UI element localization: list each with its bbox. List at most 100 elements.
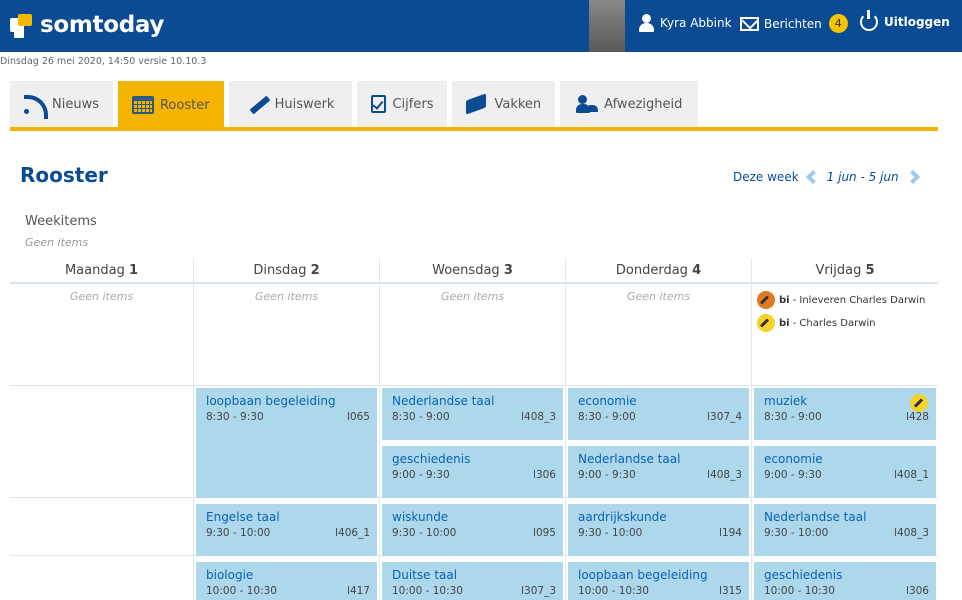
homework-pencil-icon[interactable] (910, 394, 928, 412)
lesson-time: 8:30 - 9:00 (578, 411, 636, 423)
homework-text: Charles Darwin (799, 317, 876, 329)
envelope-icon (740, 16, 759, 31)
tab-label: Rooster (159, 97, 210, 113)
day-name: Donderdag (615, 263, 688, 278)
lesson-subject: aardrijkskunde (578, 510, 667, 524)
day-items-empty: Geen items (626, 290, 691, 303)
tab-rooster[interactable]: Rooster (117, 81, 224, 129)
logout-button[interactable]: Uitloggen (860, 10, 950, 31)
user-link[interactable]: Kyra Abbink (638, 14, 732, 32)
lesson-room: l095 (533, 527, 556, 539)
day-header-dinsdag: Dinsdag 2 (194, 258, 379, 284)
lesson-time: 9:00 - 9:30 (764, 469, 822, 481)
lesson-subject: economie (578, 394, 637, 408)
lesson-time: 9:30 - 10:00 (392, 527, 457, 539)
tab-nieuws[interactable]: Nieuws (10, 81, 113, 127)
user-name: Kyra Abbink (660, 16, 732, 30)
lesson-card[interactable]: biologie 10:00 - 10:30 l417 (196, 562, 377, 600)
homework-icon (757, 291, 775, 309)
tab-label: Cijfers (392, 96, 434, 112)
pencil-icon (247, 95, 269, 113)
day-header-woensdag: Woensdag 3 (380, 258, 565, 284)
check-doc-icon (371, 95, 387, 113)
day-number: 1 (128, 263, 139, 278)
homework-subject: bi (779, 317, 790, 329)
lesson-room: l306 (906, 585, 929, 597)
weekitems-empty: Geen items (25, 236, 89, 249)
books-icon (466, 95, 488, 113)
lesson-time: 10:00 - 10:30 (578, 585, 649, 597)
lesson-subject: Nederlandse taal (392, 394, 495, 408)
week-range: 1 jun - 5 jun (826, 170, 899, 184)
main-tabs: Nieuws Rooster Huiswerk Cijfers Vakken A… (10, 81, 703, 129)
lesson-time: 8:30 - 9:00 (392, 411, 450, 423)
day-header-donderdag: Donderdag 4 (566, 258, 751, 284)
lesson-card[interactable]: Nederlandse taal 8:30 - 9:00 l408_3 (382, 388, 563, 440)
column-divider (379, 258, 380, 600)
feed-icon (24, 95, 48, 119)
lesson-card[interactable]: loopbaan begeleiding 8:30 - 9:30 l065 (196, 388, 377, 498)
homework-item[interactable]: bi - Charles Darwin (757, 314, 876, 332)
tab-huiswerk[interactable]: Huiswerk (228, 81, 353, 127)
lesson-card[interactable]: Nederlandse taal 9:30 - 10:00 l408_3 (754, 504, 936, 556)
avatar[interactable] (589, 0, 625, 52)
day-number: 2 (310, 263, 320, 278)
lesson-room: l417 (347, 585, 370, 597)
lesson-room: l315 (719, 585, 742, 597)
lesson-subject: loopbaan begeleiding (578, 568, 708, 582)
homework-text: Inleveren Charles Darwin (799, 294, 926, 306)
lesson-card[interactable]: Nederlandse taal 9:00 - 9:30 l408_3 (568, 446, 749, 498)
day-header-maandag: Maandag 1 (10, 258, 193, 284)
lesson-card[interactable]: geschiedenis 10:00 - 10:30 l306 (754, 562, 936, 600)
lesson-card[interactable]: economie 9:00 - 9:30 l408_1 (754, 446, 936, 498)
lesson-card[interactable]: muziek 8:30 - 9:00 l428 (754, 388, 936, 440)
lesson-room: l306 (533, 469, 556, 481)
lesson-card[interactable]: aardrijkskunde 9:30 - 10:00 l194 (568, 504, 749, 556)
lesson-card[interactable]: geschiedenis 9:00 - 9:30 l306 (382, 446, 563, 498)
somtoday-logo[interactable]: somtoday (8, 10, 164, 40)
lesson-subject: geschiedenis (392, 452, 471, 466)
lesson-room: l194 (719, 527, 742, 539)
this-week-link[interactable]: Deze week (733, 170, 799, 184)
homework-item[interactable]: bi - Inleveren Charles Darwin (757, 291, 925, 309)
lesson-time: 10:00 - 10:30 (206, 585, 277, 597)
tab-cijfers[interactable]: Cijfers (357, 81, 448, 127)
day-items-empty: Geen items (254, 290, 319, 303)
chevron-left-icon[interactable] (805, 169, 820, 185)
power-icon (860, 10, 878, 31)
tab-vakken[interactable]: Vakken (452, 81, 556, 127)
messages-button[interactable]: Berichten 4 (740, 14, 848, 33)
lesson-room: l408_3 (521, 411, 556, 423)
chevron-right-icon[interactable] (905, 169, 920, 185)
lesson-card[interactable]: wiskunde 9:30 - 10:00 l095 (382, 504, 563, 556)
lesson-subject: geschiedenis (764, 568, 843, 582)
day-header-vrijdag: Vrijdag 5 (752, 258, 938, 284)
tab-afwezigheid[interactable]: Afwezigheid (560, 81, 699, 127)
lesson-subject: wiskunde (392, 510, 449, 524)
day-name: Maandag (64, 263, 125, 278)
lesson-subject: Engelse taal (206, 510, 280, 524)
tab-label: Nieuws (52, 96, 99, 112)
lesson-room: l408_3 (707, 469, 742, 481)
calendar-icon (131, 96, 154, 114)
lesson-time: 8:30 - 9:00 (764, 411, 822, 423)
day-number: 3 (503, 263, 513, 278)
messages-label: Berichten (764, 16, 822, 31)
day-number: 5 (865, 263, 875, 278)
lesson-time: 8:30 - 9:30 (206, 411, 264, 423)
lesson-time: 9:30 - 10:00 (578, 527, 643, 539)
tab-label: Huiswerk (274, 96, 335, 112)
lesson-time: 9:00 - 9:30 (578, 469, 636, 481)
lesson-card[interactable]: economie 8:30 - 9:00 l307_4 (568, 388, 749, 440)
lesson-room: l408_3 (894, 527, 929, 539)
lesson-card[interactable]: loopbaan begeleiding 10:00 - 10:30 l315 (568, 562, 749, 600)
lesson-card[interactable]: Engelse taal 9:30 - 10:00 l406_1 (196, 504, 377, 556)
lesson-card[interactable]: Duitse taal 10:00 - 10:30 l307_3 (382, 562, 563, 600)
tab-label: Vakken (494, 96, 542, 112)
top-bar: somtoday Kyra Abbink Berichten 4 Uitlogg… (0, 0, 962, 52)
day-name: Vrijdag (815, 263, 862, 278)
lesson-room: l428 (906, 411, 929, 423)
column-divider (193, 258, 194, 600)
lesson-subject: loopbaan begeleiding (206, 394, 336, 408)
lesson-time: 9:30 - 10:00 (764, 527, 829, 539)
